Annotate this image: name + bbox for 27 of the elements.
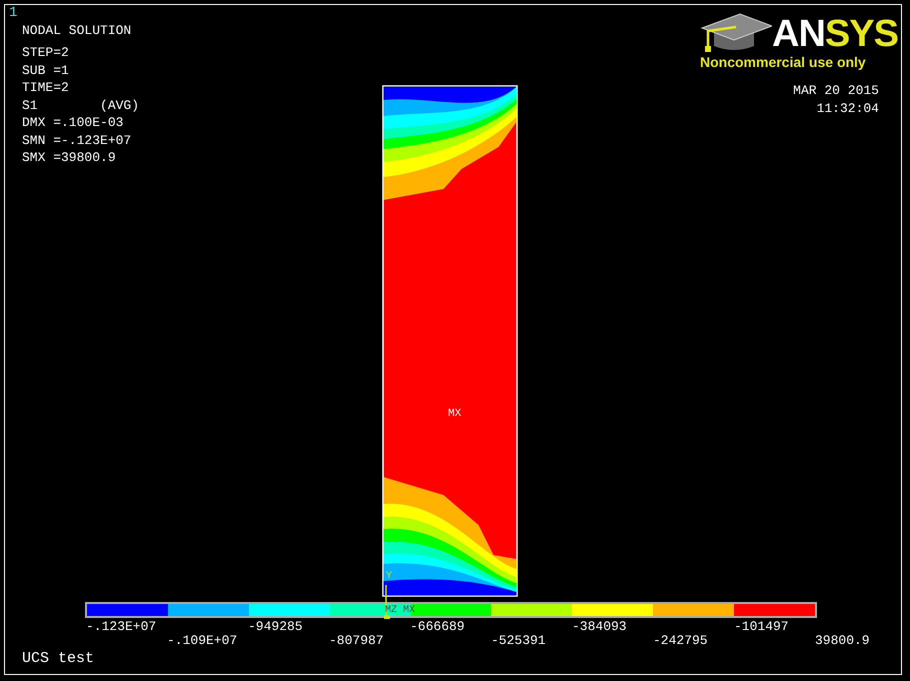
window-number: 1 <box>9 5 18 21</box>
license-notice: Noncommercial use only <box>700 54 867 70</box>
scale-value: -.109E+07 <box>167 633 238 648</box>
scale-value: -949285 <box>248 619 303 634</box>
max-marker-label: MX <box>448 408 462 420</box>
date-text: MAR 20 2015 <box>793 82 879 100</box>
solution-info-text: DMX =.100E-03 <box>22 114 124 132</box>
solution-info-text: STEP=2 <box>22 44 70 62</box>
axis-label: Y <box>386 571 392 582</box>
solution-info-text: SMN =-.123E+07 <box>22 132 132 149</box>
scale-value: -807987 <box>329 633 384 648</box>
solution-info-text: SUB =1 <box>22 62 70 79</box>
logo-wordmark: AN <box>772 13 825 55</box>
scale-value: -666689 <box>410 619 465 634</box>
scale-value: 39800.9 <box>815 633 870 648</box>
scale-value: -101497 <box>734 619 789 634</box>
plot-title: NODAL SOLUTION <box>22 22 132 40</box>
ucs-title: UCS test <box>22 650 94 667</box>
solution-info-text: SMX =39800.9 <box>22 149 117 166</box>
solution-info-text: TIME=2 <box>22 79 70 96</box>
scale-value: -242795 <box>653 633 708 648</box>
scale-value: -525391 <box>491 633 546 648</box>
scale-value: -384093 <box>572 619 627 634</box>
solution-info-text: S1 (AVG) <box>22 96 140 114</box>
logo-wordmark: SYS <box>824 13 898 55</box>
time-text: 11:32:04 <box>816 100 879 118</box>
scale-value: -.123E+07 <box>86 619 156 634</box>
